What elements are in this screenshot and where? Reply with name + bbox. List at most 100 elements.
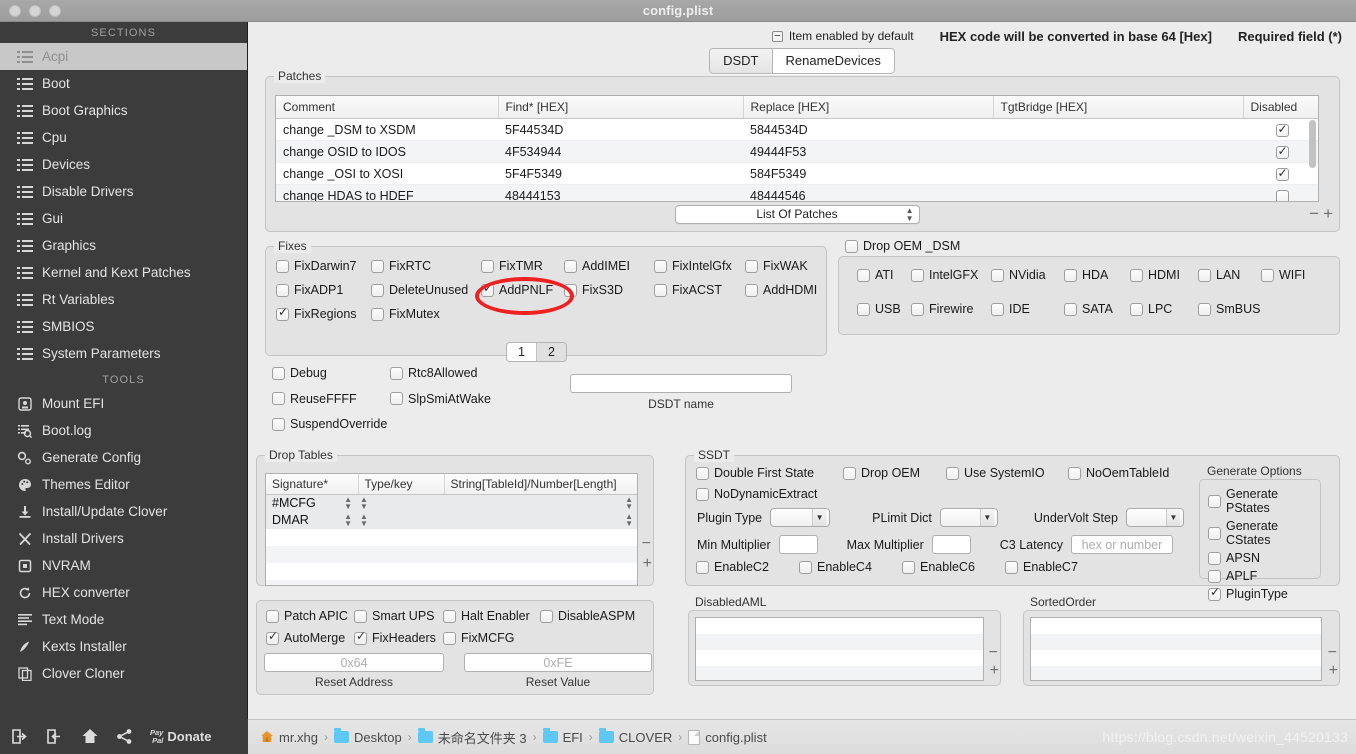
patches-table[interactable]: Comment Find* [HEX] Replace [HEX] TgtBri… [275, 95, 1319, 202]
fix-rtc-checkbox[interactable]: FixRTC [371, 259, 431, 273]
checkbox[interactable] [272, 418, 285, 431]
sidebar-item-boot[interactable]: Boot [0, 70, 247, 97]
list-item[interactable] [1031, 650, 1321, 666]
list-of-patches-select[interactable]: List Of Patches ▲▼ [675, 205, 920, 224]
sidebar-item-acpi[interactable]: Acpi [0, 43, 247, 70]
checkbox[interactable] [540, 610, 553, 623]
checkbox[interactable] [654, 260, 667, 273]
table-row[interactable]: change OSID to IDOS 4F534944 49444F53 [276, 141, 1319, 163]
drop-lpc-checkbox[interactable]: LPC [1130, 302, 1172, 316]
sidebar-item-mount-efi[interactable]: Mount EFI [0, 390, 247, 417]
checkbox[interactable] [1208, 552, 1221, 565]
list-item[interactable] [696, 634, 983, 650]
checkbox[interactable] [564, 260, 577, 273]
drop-lan-checkbox[interactable]: LAN [1198, 268, 1240, 282]
smart-ups-checkbox[interactable]: Smart UPS [354, 609, 435, 623]
sidebar-item-boot-log[interactable]: Boot.log [0, 417, 247, 444]
drop-sata-checkbox[interactable]: SATA [1064, 302, 1113, 316]
stepper-icon[interactable]: ▲▼ [625, 513, 633, 527]
fix-regions-checkbox[interactable]: FixRegions [276, 307, 357, 321]
fix-intelgfx-checkbox[interactable]: FixIntelGfx [654, 259, 732, 273]
sidebar-item-install-drivers[interactable]: Install Drivers [0, 525, 247, 552]
fixheaders-checkbox[interactable]: FixHeaders [354, 631, 436, 645]
disabled-checkbox[interactable] [1276, 190, 1289, 202]
col-typekey[interactable]: Type/key [358, 474, 444, 495]
fixes-pager[interactable]: 1 2 [506, 342, 567, 362]
drop-hdmi-checkbox[interactable]: HDMI [1130, 268, 1180, 282]
list-item[interactable] [696, 618, 983, 634]
list-item[interactable] [1031, 618, 1321, 634]
drop-oem-dsm-checkbox[interactable]: Drop OEM _DSM [845, 239, 960, 253]
breadcrumb-item-folder3[interactable]: 未命名文件夹 3 [418, 728, 527, 747]
checkbox[interactable] [1261, 269, 1274, 282]
enablec6-checkbox[interactable]: EnableC6 [902, 560, 975, 574]
generate-pstates-checkbox[interactable]: Generate PStates [1208, 487, 1320, 515]
checkbox[interactable] [564, 284, 577, 297]
add-drop-table-button[interactable]: + [643, 556, 652, 571]
sidebar-item-hex-converter[interactable]: HEX converter [0, 579, 247, 606]
home-icon[interactable] [80, 727, 99, 746]
checkbox[interactable] [696, 488, 709, 501]
halt-enabler-checkbox[interactable]: Halt Enabler [443, 609, 530, 623]
list-item[interactable] [696, 666, 983, 681]
drop-ide-checkbox[interactable]: IDE [991, 302, 1030, 316]
breadcrumb-item-clover[interactable]: CLOVER [599, 730, 672, 745]
cell-find[interactable]: 5F4F5349 [498, 163, 743, 185]
breadcrumb-item-user[interactable]: mr.xhg [260, 730, 318, 745]
max-multiplier-input[interactable] [932, 535, 971, 554]
fix-wak-checkbox[interactable]: FixWAK [745, 259, 808, 273]
checkbox[interactable] [843, 467, 856, 480]
tab-dsdt[interactable]: DSDT [710, 49, 772, 73]
drop-hda-checkbox[interactable]: HDA [1064, 268, 1108, 282]
cell-replace[interactable]: 49444F53 [743, 141, 993, 163]
add-disabled-aml-button[interactable]: + [990, 663, 999, 678]
dsdt-name-input[interactable] [570, 374, 792, 393]
sidebar-item-system-parameters[interactable]: System Parameters [0, 340, 247, 367]
col-tgtbridge[interactable]: TgtBridge [HEX] [993, 96, 1243, 119]
cell-find[interactable]: 5F44534D [498, 119, 743, 141]
fix-s3d-checkbox[interactable]: FixS3D [564, 283, 623, 297]
sidebar-item-disable-drivers[interactable]: Disable Drivers [0, 178, 247, 205]
cell-comment[interactable]: change _OSI to XOSI [276, 163, 498, 185]
checkbox[interactable] [354, 632, 367, 645]
checkbox[interactable] [266, 610, 279, 623]
sidebar-item-boot-graphics[interactable]: Boot Graphics [0, 97, 247, 124]
sidebar-item-gui[interactable]: Gui [0, 205, 247, 232]
table-row[interactable] [266, 580, 638, 587]
checkbox[interactable] [654, 284, 667, 297]
sidebar-item-kernel-and-kext-patches[interactable]: Kernel and Kext Patches [0, 259, 247, 286]
table-row[interactable] [266, 546, 638, 563]
sorted-order-list[interactable] [1030, 617, 1322, 681]
enablec2-checkbox[interactable]: EnableC2 [696, 560, 769, 574]
c3-latency-input[interactable]: hex or number [1071, 535, 1173, 554]
import-icon[interactable] [10, 727, 29, 746]
checkbox[interactable] [1208, 495, 1221, 508]
reuseffff-checkbox[interactable]: ReuseFFFF [272, 392, 357, 406]
checkbox[interactable] [946, 467, 959, 480]
checkbox[interactable] [1064, 303, 1077, 316]
checkbox[interactable] [354, 610, 367, 623]
plugintype-checkbox[interactable]: PluginType [1208, 587, 1320, 601]
list-item[interactable] [1031, 666, 1321, 681]
drop-wifi-checkbox[interactable]: WIFI [1261, 268, 1305, 282]
checkbox[interactable] [991, 269, 1004, 282]
table-row[interactable] [266, 529, 638, 546]
export-icon[interactable] [45, 727, 64, 746]
checkbox[interactable] [1130, 269, 1143, 282]
fixes-page-1[interactable]: 1 [507, 343, 537, 361]
checkbox[interactable] [745, 284, 758, 297]
checkbox[interactable] [857, 269, 870, 282]
checkbox[interactable] [276, 284, 289, 297]
col-replace[interactable]: Replace [HEX] [743, 96, 993, 119]
fixes-page-2[interactable]: 2 [537, 343, 566, 361]
sidebar-item-devices[interactable]: Devices [0, 151, 247, 178]
cell-find[interactable]: 48444153 [498, 185, 743, 203]
aplf-checkbox[interactable]: APLF [1208, 569, 1320, 583]
checkbox[interactable] [481, 260, 494, 273]
breadcrumb-item-efi[interactable]: EFI [543, 730, 583, 745]
checkbox[interactable] [1208, 588, 1221, 601]
checkbox[interactable] [481, 284, 494, 297]
nooemtableid-checkbox[interactable]: NoOemTableId [1068, 466, 1169, 480]
sidebar-item-clover-cloner[interactable]: Clover Cloner [0, 660, 247, 687]
checkbox[interactable] [390, 392, 403, 405]
